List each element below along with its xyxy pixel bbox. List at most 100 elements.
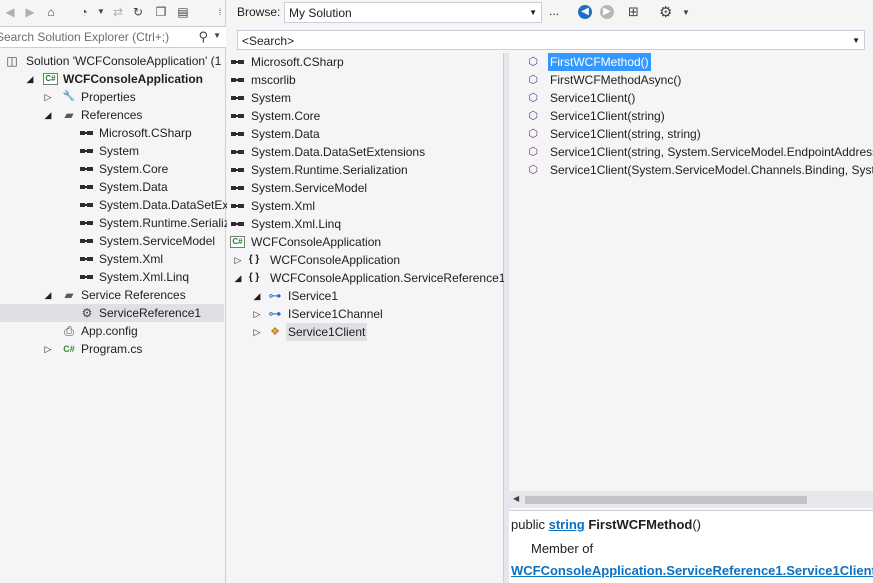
scroll-left-icon[interactable]: ◀	[513, 494, 519, 503]
method-icon: ⬡	[528, 110, 538, 122]
tree-item-label: Service References	[81, 288, 186, 302]
solution-tree-item[interactable]: ◢ ▰ References	[0, 106, 224, 124]
solution-tree-item[interactable]: System.ServiceModel	[0, 232, 224, 250]
object-tree-item[interactable]: ◢ ⊶ IService1	[227, 287, 503, 305]
object-tree-item[interactable]: ◢ { } WCFConsoleApplication.ServiceReferen…	[227, 269, 506, 287]
edit-custom-component-set-button[interactable]: ...	[549, 4, 559, 18]
solution-tree-item[interactable]: ◫ Solution 'WCFConsoleApplication' (1	[0, 52, 224, 70]
solution-tree-item[interactable]: System.Runtime.Serializatio	[0, 214, 249, 232]
browse-scope-select[interactable]: My Solution ▼	[284, 2, 542, 23]
method-icon: ⬡	[528, 128, 538, 140]
back-icon[interactable]: ◀	[2, 4, 18, 20]
object-tree-item[interactable]: ▷ ❖ Service1Client	[227, 323, 503, 341]
object-tree-item[interactable]: System.Data.DataSetExtensions	[227, 143, 503, 161]
solution-tree-item[interactable]: ⚙ ServiceReference1	[0, 304, 224, 322]
solution-tree-item[interactable]: System.Xml.Linq	[0, 268, 224, 286]
object-item-label: IService1	[288, 289, 339, 303]
object-tree-item[interactable]: System.Data	[227, 125, 503, 143]
method-icon: ⬡	[528, 92, 538, 104]
solution-tree-item[interactable]: System.Xml	[0, 250, 224, 268]
objects-pane: Microsoft.CSharp mscorlib System System.Cor…	[227, 53, 506, 583]
object-browser-search-input[interactable]: <Search> ▼	[237, 30, 865, 50]
object-tree-item[interactable]: System.Xml.Linq	[227, 215, 503, 233]
collapse-all-icon[interactable]: ❐	[153, 4, 169, 20]
object-item-label: WCFConsoleApplication	[270, 253, 401, 267]
forward-icon[interactable]: ▶	[22, 4, 38, 20]
object-tree-item[interactable]: System.Core	[227, 107, 503, 125]
chevron-down-icon[interactable]: ▼	[682, 8, 690, 17]
solution-tree-item[interactable]: System.Data.DataSetExtens	[0, 196, 251, 214]
assembly-icon	[230, 199, 246, 213]
service-references-folder-icon: ▰	[64, 288, 74, 302]
home-icon[interactable]: ⌂	[43, 4, 59, 20]
method-icon: ⬡	[528, 146, 538, 158]
solution-tree-item[interactable]: System	[0, 142, 224, 160]
object-tree-item[interactable]: C# WCFConsoleApplication	[227, 233, 503, 251]
members-horizontal-scrollbar[interactable]: ◀	[509, 491, 873, 508]
collapsed-arrow-icon[interactable]: ▷	[252, 323, 262, 341]
object-tree-item[interactable]: System.Runtime.Serialization	[227, 161, 503, 179]
member-label: Service1Client(string, System.ServiceMod…	[550, 145, 873, 159]
back-icon[interactable]: ◀	[578, 5, 592, 19]
solution-tree-item[interactable]: ◢ ▰ Service References	[0, 286, 224, 304]
csharp-file-icon: C#	[63, 344, 75, 354]
show-all-files-icon[interactable]: ▤	[175, 4, 191, 20]
assembly-icon	[79, 126, 95, 140]
solution-tree-item[interactable]: System.Data	[0, 178, 224, 196]
object-tree-item[interactable]: System.ServiceModel	[227, 179, 503, 197]
expanded-arrow-icon[interactable]: ◢	[25, 70, 35, 88]
solution-tree-item[interactable]: System.Core	[0, 160, 224, 178]
member-label: Service1Client()	[550, 91, 636, 105]
sync-with-document-icon[interactable]: ⇄	[110, 4, 126, 20]
solution-tree-item[interactable]: ▷ 🔧 Properties	[0, 88, 224, 106]
add-reference-icon[interactable]: ⊞	[628, 4, 644, 20]
collapsed-arrow-icon[interactable]: ▷	[43, 340, 53, 358]
member-of-label: Member of	[531, 541, 594, 556]
expanded-arrow-icon[interactable]: ◢	[252, 287, 262, 305]
assembly-icon	[79, 144, 95, 158]
pending-changes-filter-icon[interactable]: ◔	[76, 4, 92, 20]
chevron-down-icon[interactable]: ▼	[93, 4, 109, 20]
solution-tree-item[interactable]: ▷ C# Program.cs	[0, 340, 224, 358]
search-placeholder: Search Solution Explorer (Ctrl+;)	[0, 30, 170, 44]
object-tree-item[interactable]: ▷ ⊶ IService1Channel	[227, 305, 503, 323]
expanded-arrow-icon[interactable]: ◢	[43, 286, 53, 304]
object-tree-item[interactable]: System	[227, 89, 503, 107]
tree-item-label: References	[81, 108, 143, 122]
refresh-icon[interactable]: ↻	[130, 4, 146, 20]
tree-item-label: WCFConsoleApplication	[63, 72, 203, 86]
chevron-down-icon[interactable]: ▼	[213, 31, 221, 40]
chevron-down-icon: ▼	[529, 8, 537, 17]
gear-icon[interactable]: ⚙	[659, 3, 672, 21]
collapsed-arrow-icon[interactable]: ▷	[43, 88, 53, 106]
assembly-icon	[230, 73, 246, 87]
solution-tree-item[interactable]: Microsoft.CSharp	[0, 124, 224, 142]
config-file-icon: ⎙	[64, 324, 74, 338]
solution-explorer-search[interactable]: Search Solution Explorer (Ctrl+;) ⚲ ▼	[0, 26, 226, 48]
expanded-arrow-icon[interactable]: ◢	[43, 106, 53, 124]
solution-tree-item[interactable]: ◢ C# WCFConsoleApplication	[0, 70, 224, 88]
object-tree-item[interactable]: System.Xml	[227, 197, 503, 215]
collapsed-arrow-icon[interactable]: ▷	[233, 251, 243, 269]
expanded-arrow-icon[interactable]: ◢	[233, 269, 243, 287]
scrollbar-thumb[interactable]	[525, 496, 807, 504]
object-tree-item[interactable]: ▷ { } WCFConsoleApplication	[227, 251, 503, 269]
method-icon: ⬡	[528, 56, 538, 68]
return-type-link[interactable]: string	[549, 517, 585, 532]
tree-item-label: System.Core	[99, 162, 169, 176]
class-link[interactable]: Service1Client	[786, 563, 873, 578]
search-icon[interactable]: ⚲	[198, 29, 208, 45]
wrench-icon: 🔧	[62, 91, 76, 102]
chevron-down-icon[interactable]: ▼	[852, 36, 860, 45]
namespace-link[interactable]: WCFConsoleApplication.ServiceReference1	[511, 563, 783, 578]
solution-tree-item[interactable]: ⎙ App.config	[0, 322, 224, 340]
overflow-icon[interactable]: ⁞	[212, 4, 228, 20]
interface-icon: ⊶	[268, 306, 282, 321]
collapsed-arrow-icon[interactable]: ▷	[252, 305, 262, 323]
method-icon: ⬡	[528, 164, 538, 176]
csharp-project-icon: C#	[43, 73, 58, 85]
forward-icon[interactable]: ▶	[600, 5, 614, 19]
object-tree-item[interactable]: mscorlib	[227, 71, 503, 89]
solution-explorer-toolbar: ◀ ▶ ⌂ ◔ ▼ ⇄ ↻ ❐ ▤ ⁞	[0, 0, 226, 26]
object-tree-item[interactable]: Microsoft.CSharp	[227, 53, 503, 71]
